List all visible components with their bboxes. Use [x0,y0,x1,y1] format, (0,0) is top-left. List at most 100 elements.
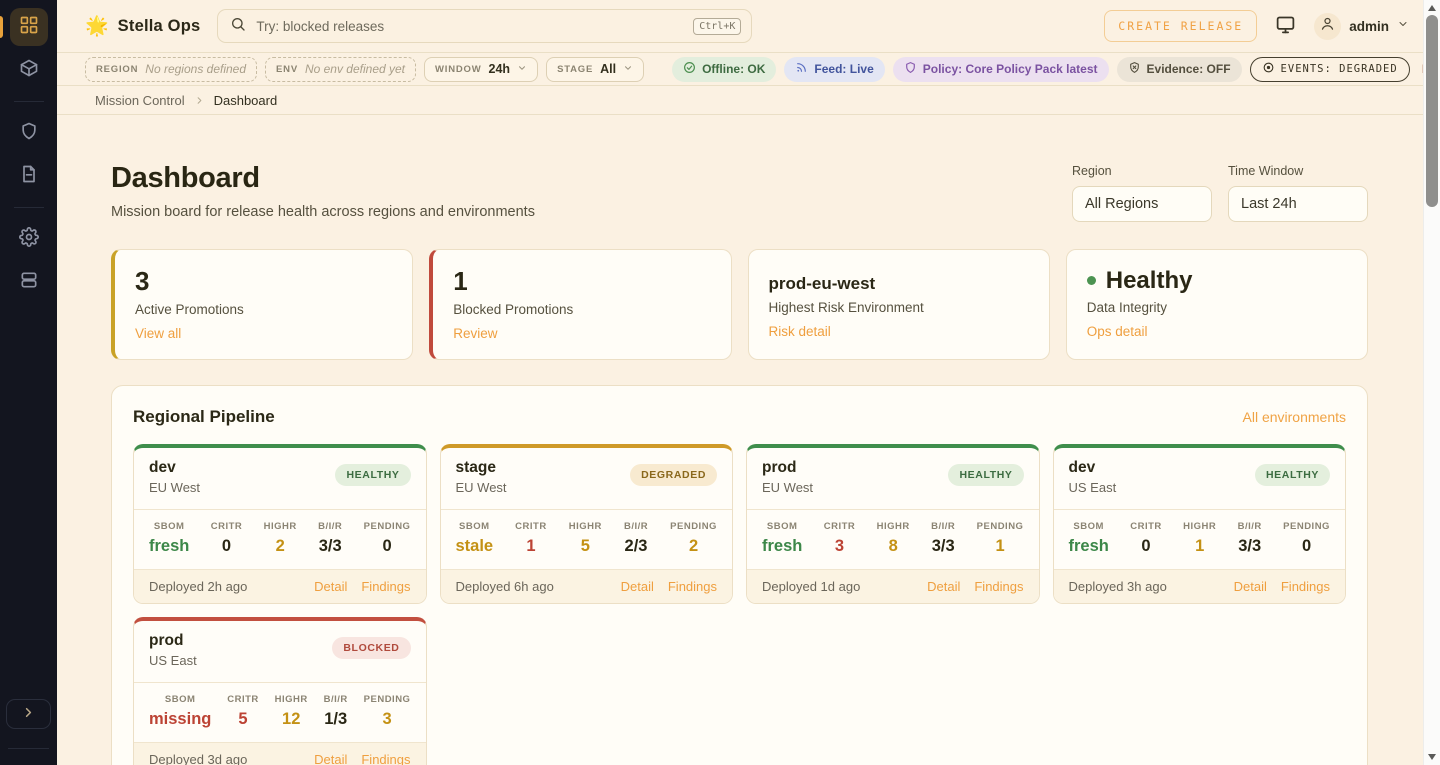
env-region: US East [1069,480,1117,495]
pipeline-card-stats: SBOMmissing CRITR5 HIGHR12 B/I/R1/3 PEND… [134,682,426,742]
findings-link[interactable]: Findings [1281,579,1330,594]
status-badge: HEALTHY [948,464,1023,486]
search-input[interactable]: Try: blocked releases Ctrl+K [217,9,752,43]
page-subtitle: Mission board for release health across … [111,204,535,220]
page-header: Dashboard Mission board for release heal… [111,162,1368,222]
vertical-scrollbar[interactable] [1423,0,1440,765]
pipeline-card-header: prod US East BLOCKED [134,621,426,682]
window-filter-chip[interactable]: WINDOW 24h [424,57,538,82]
sidebar-expand-button[interactable] [6,699,51,729]
evidence-status-pill[interactable]: Evidence: OFF [1117,57,1242,82]
pipeline-card-stats: SBOMfresh CRITR0 HIGHR1 B/I/R3/3 PENDING… [1054,509,1346,569]
stat-critr: CRITR5 [227,694,259,729]
stage-filter-chip[interactable]: STAGE All [546,57,644,82]
create-release-button[interactable]: CREATE RELEASE [1104,10,1257,42]
pipeline-card-grid: dev EU West HEALTHY SBOMfresh CRITR0 HIG… [133,444,1346,765]
ops-detail-link[interactable]: Ops detail [1087,324,1148,339]
sidebar-item-releases[interactable] [10,51,48,89]
pipeline-card-links: Detail Findings [314,579,410,594]
pipeline-card-footer: Deployed 2h ago DetailFindings [134,569,426,603]
findings-link[interactable]: Findings [361,752,410,765]
brand-name: Stella Ops [118,17,201,36]
stat-label: Data Integrity [1087,300,1347,315]
findings-link[interactable]: Findings [974,579,1023,594]
stat-highr: HIGHR5 [569,521,602,556]
topbar-actions: CREATE RELEASE admin [1104,10,1409,42]
display-mode-button[interactable] [1275,14,1296,38]
sidebar-item-infrastructure[interactable] [10,263,48,301]
stat-card-data-integrity: Healthy Data Integrity Ops detail [1066,249,1368,360]
detail-link[interactable]: Detail [1234,579,1267,594]
stat-bir: B/I/R3/3 [1238,521,1262,556]
events-status-pill[interactable]: EVENTS: DEGRADED [1250,57,1410,82]
pipeline-card-links: Detail Findings [314,752,410,765]
all-environments-link[interactable]: All environments [1243,409,1347,425]
stat-card-active-promotions: 3 Active Promotions View all [111,249,413,360]
shield-icon [19,121,39,146]
check-circle-icon [683,61,696,77]
feed-status-pill[interactable]: Feed: Live [784,57,884,82]
env-region: EU West [762,480,813,495]
findings-link[interactable]: Findings [668,579,717,594]
policy-status-pill[interactable]: Policy: Core Policy Pack latest [893,57,1109,82]
pipeline-card-header: prod EU West HEALTHY [747,448,1039,509]
sidebar-item-dashboard[interactable] [10,8,48,46]
window-chip-label: WINDOW [435,64,481,75]
region-filter-chip[interactable]: REGION No regions defined [85,57,257,82]
time-window-select[interactable]: Last 24h [1228,186,1368,222]
stat-label: Active Promotions [135,302,392,317]
policy-status-text: Policy: Core Policy Pack latest [923,62,1098,76]
status-badge: HEALTHY [335,464,410,486]
scroll-up-arrow[interactable] [1424,1,1440,15]
sidebar-item-settings[interactable] [10,220,48,258]
stat-sbom: SBOMstale [456,521,494,556]
region-select[interactable]: All Regions [1072,186,1212,222]
detail-link[interactable]: Detail [927,579,960,594]
active-indicator [0,16,3,38]
user-name: admin [1349,19,1389,34]
offline-status-text: Offline: OK [702,62,765,76]
status-badge: BLOCKED [332,637,410,659]
env-filter-chip[interactable]: ENV No env defined yet [265,57,416,82]
pipeline-card-titles: prod EU West [762,459,813,495]
pipeline-card-links: Detail Findings [1234,579,1330,594]
pipeline-card-header: dev US East HEALTHY [1054,448,1346,509]
env-name: dev [1069,459,1117,477]
stat-value: 1 [453,267,710,297]
offline-status-pill[interactable]: Offline: OK [672,57,776,82]
env-chip-label: ENV [276,64,298,75]
detail-link[interactable]: Detail [314,579,347,594]
pipeline-card-titles: prod US East [149,632,197,668]
user-menu[interactable]: admin [1314,13,1409,40]
pipeline-card-stats: SBOMstale CRITR1 HIGHR5 B/I/R2/3 PENDING… [441,509,733,569]
stat-pending: PENDING1 [977,521,1024,556]
findings-link[interactable]: Findings [361,579,410,594]
breadcrumb-mission-control[interactable]: Mission Control [95,93,185,108]
scroll-down-arrow[interactable] [1424,750,1440,764]
chevron-down-icon [623,60,633,78]
regional-pipeline-panel: Regional Pipeline All environments dev E… [111,385,1368,765]
stat-pending: PENDING2 [670,521,717,556]
grid-icon [19,15,39,40]
events-status-text: EVENTS: DEGRADED [1281,63,1398,75]
view-all-link[interactable]: View all [135,326,181,341]
status-badge: DEGRADED [630,464,717,486]
pipeline-card-titles: dev EU West [149,459,200,495]
env-region: EU West [149,480,200,495]
monitor-icon [1275,14,1296,38]
region-field: Region All Regions [1072,164,1212,222]
stat-critr: CRITR3 [824,521,856,556]
review-link[interactable]: Review [453,326,497,341]
detail-link[interactable]: Detail [621,579,654,594]
detail-link[interactable]: Detail [314,752,347,765]
sidebar-item-documents[interactable] [10,157,48,195]
breadcrumb-current: Dashboard [214,93,278,108]
stat-bir: B/I/R2/3 [624,521,648,556]
stat-highr: HIGHR2 [264,521,297,556]
rss-icon [795,61,808,77]
scrollbar-thumb[interactable] [1426,15,1438,207]
chevron-down-icon [1397,17,1409,35]
risk-detail-link[interactable]: Risk detail [769,324,831,339]
sidebar-item-security[interactable] [10,114,48,152]
pipeline-card-links: Detail Findings [927,579,1023,594]
